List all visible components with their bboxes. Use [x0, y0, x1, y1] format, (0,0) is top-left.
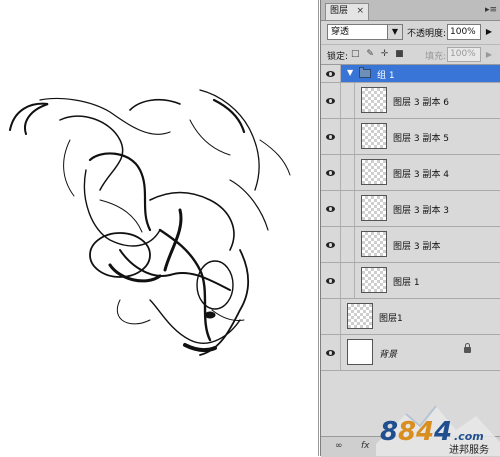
visibility-eye-icon[interactable] — [321, 83, 341, 118]
blend-mode-value: 穿透 — [331, 27, 350, 37]
visibility-eye-icon[interactable] — [321, 191, 341, 226]
canvas-border — [318, 0, 319, 456]
tab-layers[interactable]: 图层 × — [325, 3, 369, 20]
fill-arrow-icon[interactable]: ▶ — [483, 47, 495, 62]
layer-thumbnail — [361, 87, 387, 113]
layer-thumbnail — [347, 303, 373, 329]
layer-name: 图层1 — [379, 314, 403, 324]
group-indent — [343, 155, 355, 190]
layer-name: 图层 3 副本 6 — [393, 98, 450, 108]
chevron-down-icon[interactable]: ▼ — [347, 68, 353, 77]
layer-row[interactable]: 图层 3 副本 6 — [321, 83, 500, 119]
fx-icon[interactable]: fx — [361, 441, 370, 451]
group-indent — [343, 191, 355, 226]
layer-group-row[interactable]: ▼ 组 1 — [321, 65, 500, 83]
close-icon[interactable]: × — [356, 4, 364, 19]
layer-name: 图层 3 副本 — [393, 242, 441, 252]
group-indent — [343, 227, 355, 262]
layer-thumbnail — [361, 195, 387, 221]
blend-row: 穿透 ▼ 不透明度: 100% ▶ — [321, 22, 500, 44]
visibility-toggle-empty[interactable] — [321, 299, 341, 334]
layer-row[interactable]: 图层 3 副本 5 — [321, 119, 500, 155]
layer-row[interactable]: 图层 3 副本 4 — [321, 155, 500, 191]
visibility-eye-icon[interactable] — [321, 335, 341, 370]
layer-thumbnail — [361, 231, 387, 257]
folder-icon — [359, 67, 371, 78]
blend-mode-select[interactable]: 穿透 ▼ — [327, 24, 403, 40]
document-canvas[interactable] — [0, 0, 318, 456]
visibility-eye-icon[interactable] — [321, 119, 341, 154]
group-indent — [343, 119, 355, 154]
group-indent — [343, 263, 355, 298]
layer-name: 图层 3 副本 4 — [393, 170, 450, 180]
layer-row[interactable]: 图层 1 — [321, 263, 500, 299]
layer-name: 图层 1 — [393, 278, 420, 288]
layer-thumbnail — [361, 123, 387, 149]
fill-input[interactable]: 100% — [447, 47, 481, 62]
visibility-eye-icon[interactable] — [321, 65, 341, 82]
lock-icon — [464, 343, 471, 353]
svg-text:8: 8 — [398, 417, 416, 447]
opacity-label: 不透明度: — [407, 29, 447, 39]
layer-row[interactable]: 图层 3 副本 — [321, 227, 500, 263]
ink-artwork-image — [9, 89, 291, 356]
opacity-input[interactable]: 100% — [447, 24, 481, 40]
layer-thumbnail — [361, 267, 387, 293]
visibility-eye-icon[interactable] — [321, 155, 341, 190]
opacity-arrow-icon[interactable]: ▶ — [483, 24, 495, 40]
tab-layers-label: 图层 — [330, 6, 349, 16]
panel-tabbar: 图层 × ▸≡ — [321, 0, 500, 21]
fill-label: 填充: — [425, 52, 447, 62]
layer-name: 背景 — [379, 350, 398, 360]
visibility-eye-icon[interactable] — [321, 227, 341, 262]
watermark-caption: 进邦服务 — [449, 445, 489, 456]
svg-text:8: 8 — [380, 417, 398, 447]
group-indent — [343, 83, 355, 118]
layer-row-background[interactable]: 背景 — [321, 335, 500, 371]
layer-thumbnail — [361, 159, 387, 185]
chevron-down-icon[interactable]: ▼ — [387, 25, 402, 39]
svg-text:4: 4 — [415, 417, 434, 447]
layer-row[interactable]: 图层1 — [321, 299, 500, 335]
lock-label: 锁定: — [327, 52, 349, 62]
layer-thumbnail — [347, 339, 373, 365]
link-icon[interactable]: ∞ — [335, 441, 343, 451]
layer-name: 图层 3 副本 3 — [393, 206, 450, 216]
panel-menu-icon[interactable]: ▸≡ — [485, 4, 497, 16]
visibility-eye-icon[interactable] — [321, 263, 341, 298]
lock-row: 锁定: □ ✎ ✛ ■ 填充: 100% ▶ — [321, 44, 500, 65]
lock-options-icons[interactable]: □ ✎ ✛ ■ — [351, 49, 406, 59]
layer-row[interactable]: 图层 3 副本 3 — [321, 191, 500, 227]
layer-name: 图层 3 副本 5 — [393, 134, 450, 144]
layer-name: 组 1 — [377, 71, 395, 81]
layers-list: ▼ 组 1 图层 3 副本 6 图层 3 副本 5 图层 3 副本 4 图层 3… — [321, 64, 500, 437]
